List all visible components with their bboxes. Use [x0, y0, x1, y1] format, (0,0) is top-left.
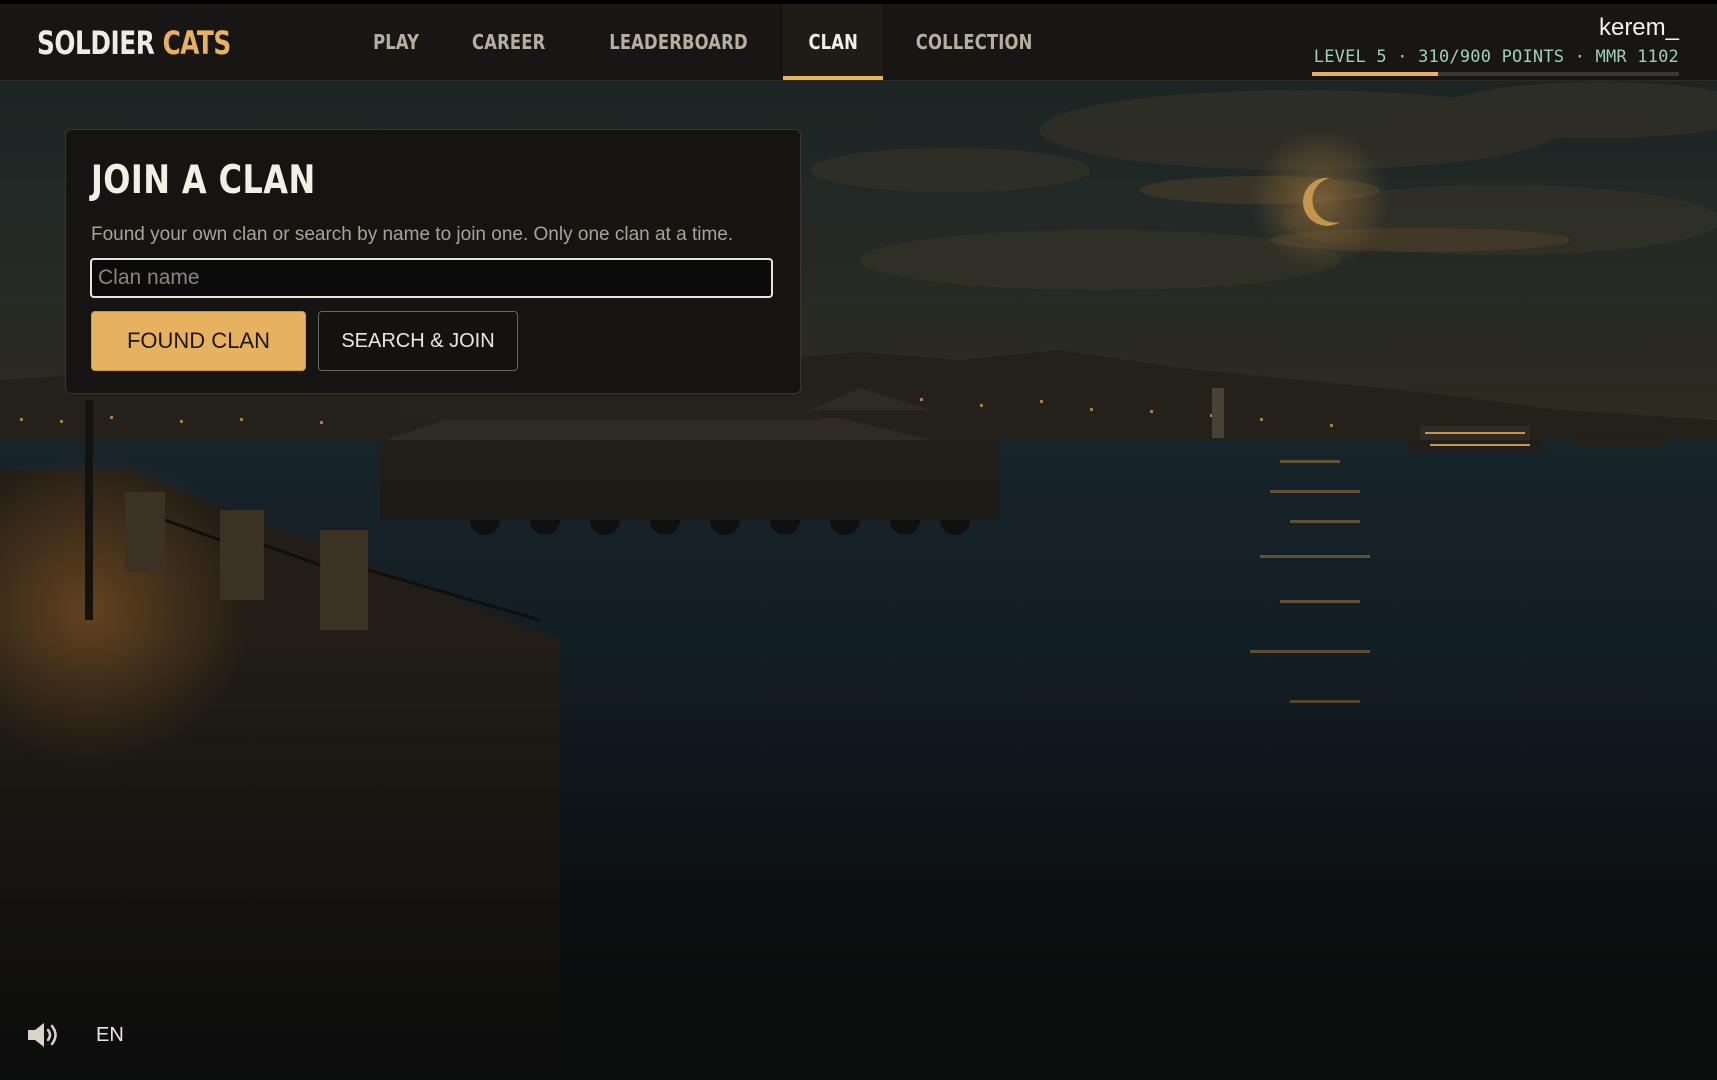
panel-title: JOIN A CLAN — [91, 158, 316, 203]
clan-name-input[interactable] — [90, 258, 773, 298]
xp-progress-bar — [1312, 72, 1679, 76]
nav-tab-clan-label: CLAN — [808, 30, 858, 54]
logo-accent-text: CATS — [162, 24, 232, 62]
nav-tab-leaderboard[interactable]: LEADERBOARD — [574, 4, 783, 80]
nav-tab-leaderboard-label: LEADERBOARD — [608, 30, 748, 54]
language-selector[interactable]: EN — [96, 1024, 124, 1047]
search-join-button[interactable]: SEARCH & JOIN — [318, 311, 518, 371]
nav-tab-collection[interactable]: COLLECTION — [883, 4, 1065, 80]
speaker-icon[interactable] — [26, 1020, 62, 1050]
nav-tab-play-label: PLAY — [373, 30, 420, 54]
nav-tab-collection-label: COLLECTION — [915, 30, 1033, 54]
top-nav-bar: SOLDIER CATS PLAY CAREER LEADERBOARD CLA… — [0, 0, 1717, 81]
xp-progress-fill — [1312, 72, 1439, 76]
nav-tab-play[interactable]: PLAY — [348, 4, 444, 80]
found-clan-button[interactable]: FOUND CLAN — [91, 311, 306, 371]
logo-main-text: SOLDIER — [37, 24, 155, 62]
main-nav: PLAY CAREER LEADERBOARD CLAN COLLECTION — [348, 4, 1065, 80]
app-logo[interactable]: SOLDIER CATS — [37, 24, 231, 62]
player-stats: LEVEL 5 · 310/900 POINTS · MMR 1102 — [1313, 47, 1679, 67]
username: kerem_ — [1598, 14, 1679, 41]
nav-tab-career-label: CAREER — [472, 30, 546, 54]
nav-tab-career[interactable]: CAREER — [444, 4, 573, 80]
nav-tab-clan[interactable]: CLAN — [782, 4, 884, 80]
user-info[interactable]: kerem_ LEVEL 5 · 310/900 POINTS · MMR 11… — [1314, 14, 1679, 67]
join-clan-panel: JOIN A CLAN Found your own clan or searc… — [65, 129, 801, 394]
panel-description: Found your own clan or search by name to… — [91, 224, 734, 245]
